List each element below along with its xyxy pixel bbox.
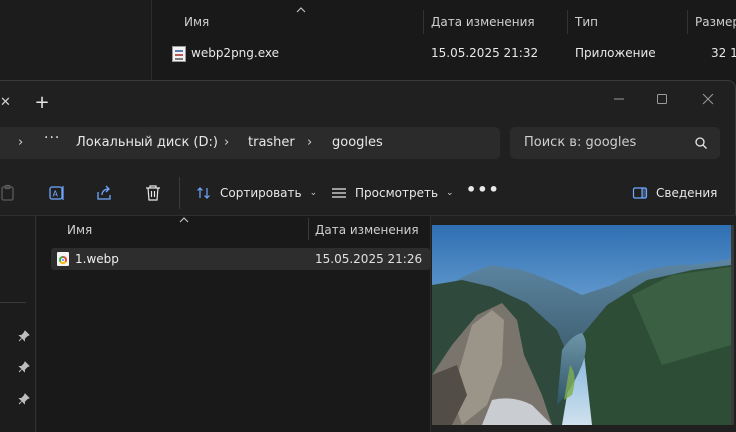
file-type: Приложение bbox=[575, 46, 656, 60]
file-date: 15.05.2025 21:26 bbox=[315, 252, 423, 266]
sort-icon bbox=[197, 187, 210, 199]
sort-ascending-arrow-icon bbox=[296, 7, 306, 13]
search-icon[interactable] bbox=[694, 136, 708, 150]
pin-icon[interactable] bbox=[18, 330, 30, 342]
background-navigation-pane bbox=[0, 0, 152, 80]
svg-text:A: A bbox=[53, 190, 59, 199]
view-list-icon bbox=[332, 188, 346, 198]
rename-icon[interactable]: A bbox=[47, 183, 67, 203]
chevron-down-icon: ⌄ bbox=[309, 188, 318, 198]
file-explorer-window: ✕ + › ··· Локальный диск (D:) › trasher … bbox=[0, 80, 736, 432]
column-header-date[interactable]: Дата изменения bbox=[315, 222, 419, 238]
file-size: 32 12 bbox=[711, 46, 736, 60]
minimize-icon bbox=[614, 98, 624, 100]
table-row[interactable]: webp2png.exe 15.05.2025 21:32 Приложение… bbox=[152, 40, 736, 68]
chrome-icon bbox=[59, 256, 67, 264]
file-date: 15.05.2025 21:32 bbox=[431, 46, 539, 60]
chevron-down-icon: ⌄ bbox=[446, 188, 454, 198]
table-row[interactable]: 1.webp 15.05.2025 21:26 bbox=[51, 248, 430, 270]
share-icon[interactable] bbox=[94, 183, 114, 203]
view-button[interactable]: Просмотреть ⌄ bbox=[331, 181, 454, 205]
breadcrumb-trasher[interactable]: trasher bbox=[248, 134, 295, 152]
column-separator[interactable] bbox=[308, 218, 309, 240]
divider bbox=[0, 302, 26, 303]
column-separator[interactable] bbox=[567, 10, 568, 34]
new-tab-button[interactable]: + bbox=[30, 91, 54, 115]
pin-icon[interactable] bbox=[18, 361, 30, 373]
details-button[interactable]: Сведения bbox=[632, 181, 717, 205]
minimize-button[interactable] bbox=[607, 87, 631, 111]
details-label: Сведения bbox=[656, 186, 718, 200]
close-window-button[interactable] bbox=[696, 87, 720, 111]
navigation-pane bbox=[0, 216, 36, 432]
file-list-pane: Имя Дата изменения 1.webp 15.05.2025 21:… bbox=[37, 216, 430, 432]
column-header-name[interactable]: Имя bbox=[67, 222, 92, 238]
sort-label: Сортировать bbox=[220, 186, 302, 200]
close-tab-icon[interactable]: ✕ bbox=[0, 93, 14, 113]
details-pane-icon bbox=[632, 187, 648, 199]
toolbar-separator bbox=[179, 177, 180, 209]
chevron-right-icon[interactable]: › bbox=[224, 135, 234, 151]
column-header-type[interactable]: Тип bbox=[575, 12, 598, 32]
breadcrumb-drive-d[interactable]: Локальный диск (D:) bbox=[76, 134, 218, 152]
chevron-right-icon[interactable]: › bbox=[18, 135, 28, 151]
executable-file-icon bbox=[172, 46, 186, 62]
address-bar[interactable]: › ··· Локальный диск (D:) › trasher › go… bbox=[0, 127, 500, 159]
more-options-button[interactable]: ••• bbox=[466, 181, 499, 205]
sort-ascending-arrow-icon bbox=[179, 217, 189, 223]
column-separator[interactable] bbox=[423, 10, 424, 34]
column-separator[interactable] bbox=[687, 10, 688, 34]
maximize-icon bbox=[657, 94, 667, 104]
chevron-right-icon[interactable]: › bbox=[307, 135, 317, 151]
background-explorer-window: Имя Дата изменения Тип Размер webp2png.e… bbox=[0, 0, 736, 80]
column-header-name[interactable]: Имя bbox=[184, 12, 209, 32]
pin-icon[interactable] bbox=[18, 393, 30, 405]
delete-icon[interactable] bbox=[143, 183, 163, 203]
view-label: Просмотреть bbox=[355, 186, 439, 200]
column-header-size[interactable]: Размер bbox=[695, 12, 736, 32]
search-placeholder: Поиск в: googles bbox=[524, 135, 637, 150]
preview-pane bbox=[431, 216, 736, 432]
scrollbar[interactable] bbox=[731, 225, 734, 425]
paste-icon[interactable] bbox=[0, 183, 20, 203]
breadcrumb-more[interactable]: ··· bbox=[44, 130, 60, 146]
sort-button[interactable]: Сортировать ⌄ bbox=[196, 181, 317, 205]
file-name: webp2png.exe bbox=[191, 46, 280, 60]
image-preview bbox=[432, 225, 731, 425]
chrome-webp-file-icon bbox=[57, 252, 69, 266]
close-icon bbox=[702, 93, 714, 105]
breadcrumb-googles[interactable]: googles bbox=[332, 134, 383, 152]
title-bar: ✕ + bbox=[0, 81, 736, 125]
command-bar: A Сортировать ⌄ Просмотреть ⌄ Сведения bbox=[0, 173, 736, 213]
file-name: 1.webp bbox=[75, 252, 119, 266]
maximize-button[interactable] bbox=[650, 87, 674, 111]
column-header-date[interactable]: Дата изменения bbox=[431, 12, 535, 32]
search-input[interactable]: Поиск в: googles bbox=[510, 127, 720, 159]
